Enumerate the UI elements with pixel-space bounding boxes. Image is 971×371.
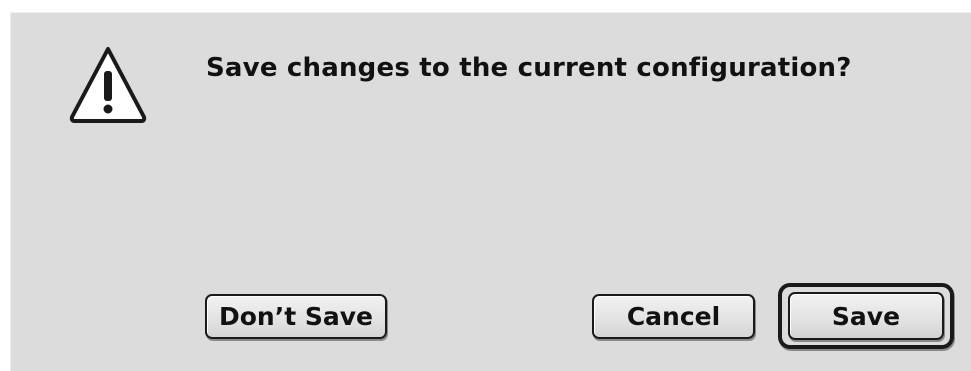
save-button[interactable]: Save (788, 292, 944, 340)
default-button-ring: Save (778, 283, 954, 349)
warning-icon (66, 43, 150, 127)
alert-dialog: Save changes to the current configuratio… (10, 12, 971, 371)
dont-save-button[interactable]: Don’t Save (205, 294, 387, 339)
cancel-button[interactable]: Cancel (592, 294, 755, 339)
dialog-message: Save changes to the current configuratio… (206, 53, 852, 83)
